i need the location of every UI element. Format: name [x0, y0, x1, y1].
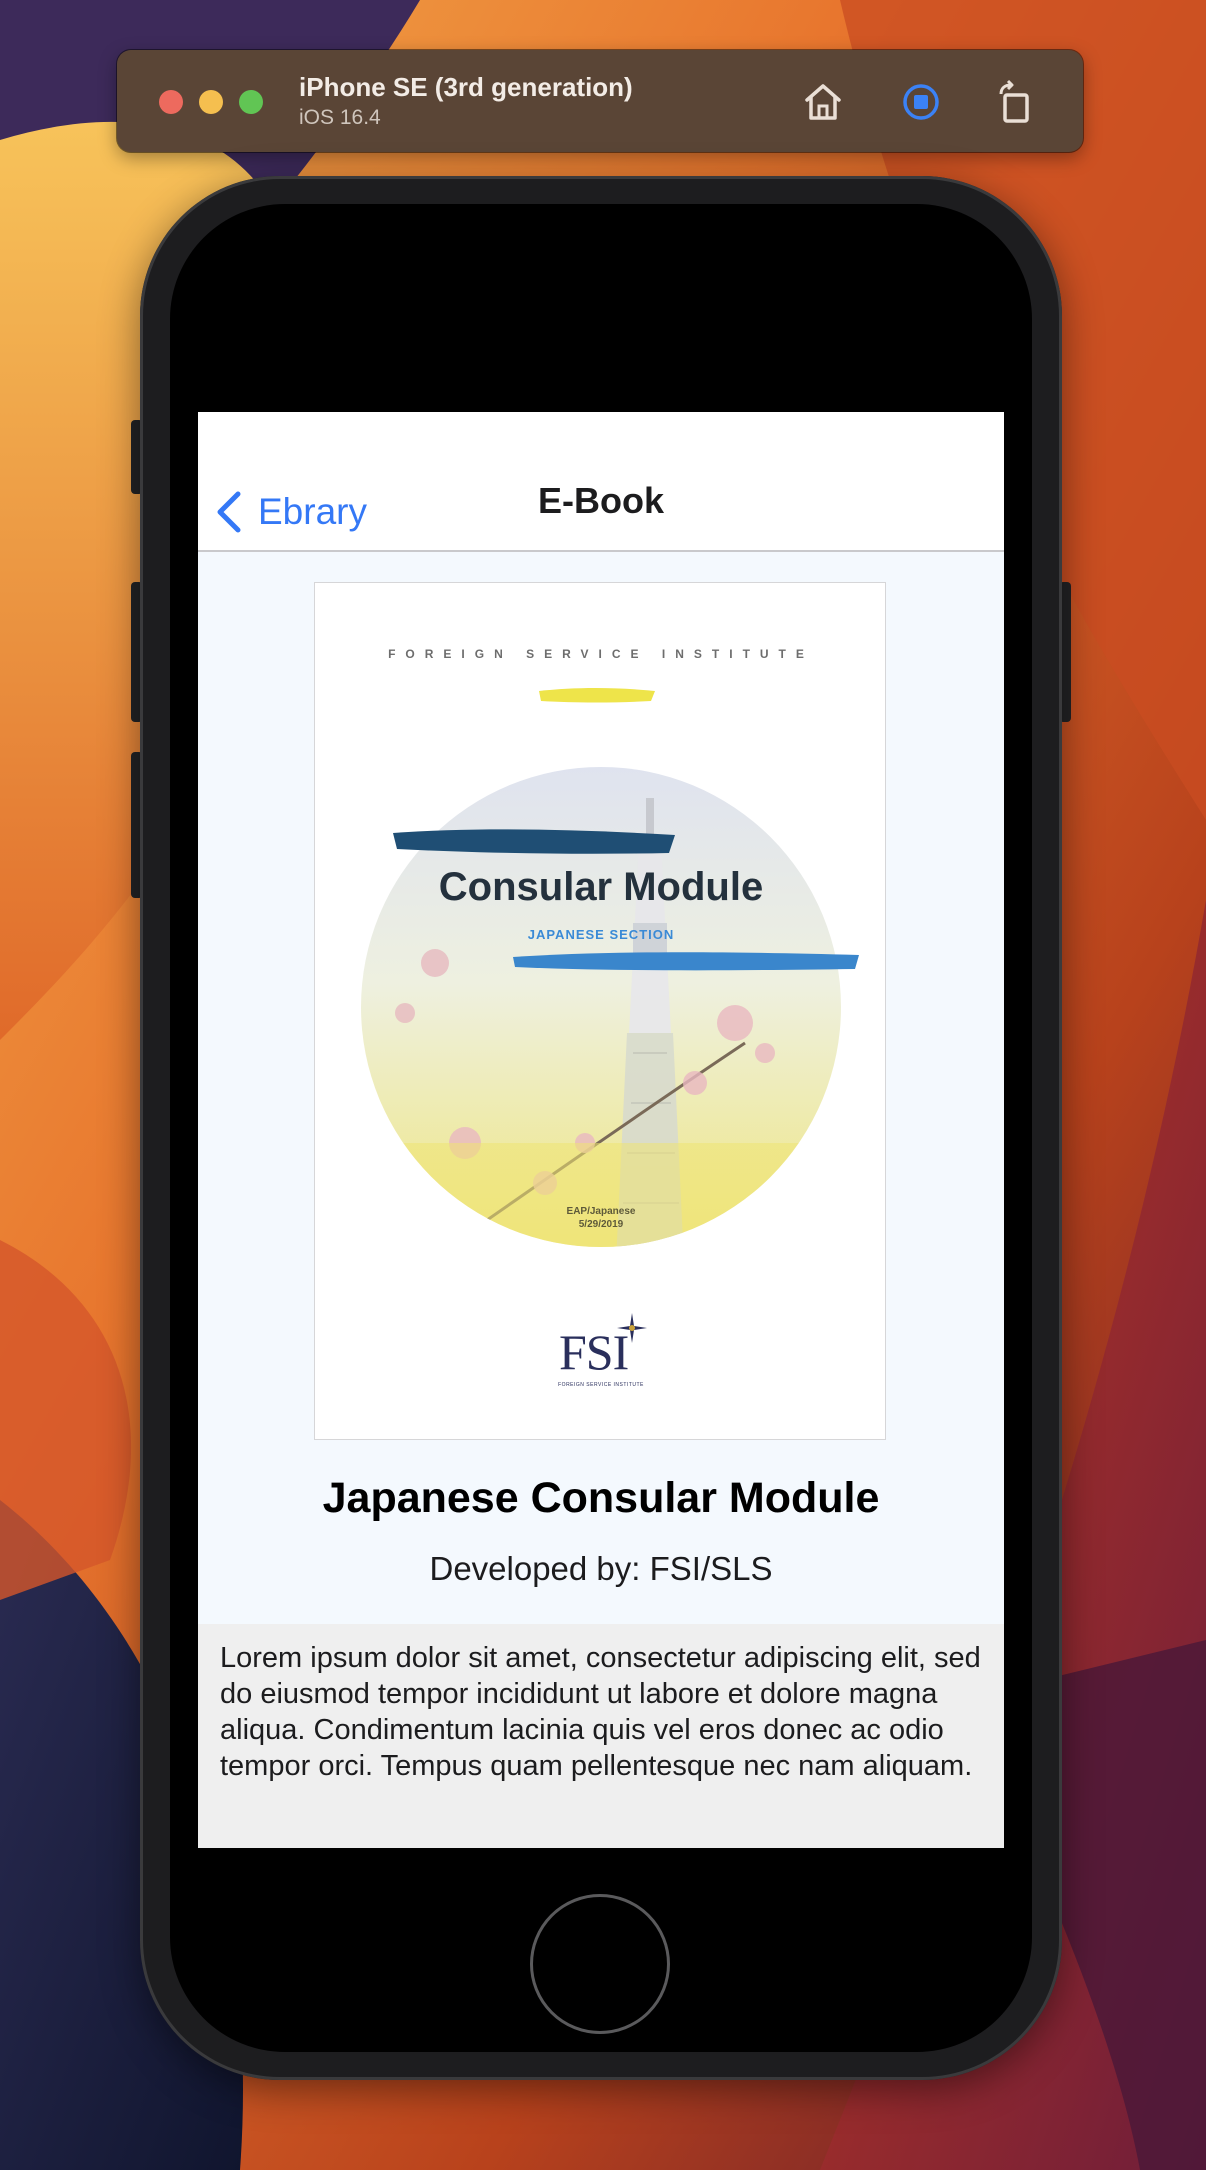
page-title: E-Book	[538, 480, 664, 521]
navigation-bar: Ebrary E-Book	[198, 412, 1004, 552]
book-description: Lorem ipsum dolor sit amet, consectetur …	[220, 1642, 981, 1782]
cover-organization: FOREIGN SERVICE INSTITUTE	[388, 647, 814, 661]
home-icon[interactable]	[799, 78, 847, 126]
app-screen: Ebrary E-Book FOREIGN SERVICE INSTITUTE …	[198, 412, 1004, 1848]
book-developer: Developed by: FSI/SLS	[429, 1550, 773, 1587]
window-close-button[interactable]	[159, 90, 183, 114]
book-cover-image[interactable]: FOREIGN SERVICE INSTITUTE Consular Modul…	[314, 582, 886, 1440]
rotate-icon[interactable]	[991, 78, 1039, 126]
os-version: iOS 16.4	[299, 106, 381, 129]
compass-star-icon	[617, 1313, 647, 1343]
device-name: iPhone SE (3rd generation)	[299, 72, 633, 102]
window-minimize-button[interactable]	[199, 90, 223, 114]
home-button[interactable]	[530, 1894, 670, 2034]
book-title: Japanese Consular Module	[322, 1474, 880, 1522]
cover-edition: EAP/Japanese 5/29/2019	[315, 1205, 887, 1231]
description-panel: Lorem ipsum dolor sit amet, consectetur …	[198, 1624, 1004, 1848]
cover-subtitle: JAPANESE SECTION	[527, 927, 675, 942]
window-zoom-button[interactable]	[239, 90, 263, 114]
cover-title: Consular Module	[438, 865, 764, 909]
screenshot-icon[interactable]	[897, 78, 945, 126]
cover-artwork	[361, 688, 859, 1247]
cover-edition-line: EAP/Japanese	[566, 1206, 636, 1217]
simulator-toolbar: iPhone SE (3rd generation) iOS 16.4	[117, 50, 1083, 152]
cover-date: 5/29/2019	[578, 1219, 624, 1230]
fsi-logo-subtext: FOREIGN SERVICE INSTITUTE	[558, 1382, 644, 1388]
